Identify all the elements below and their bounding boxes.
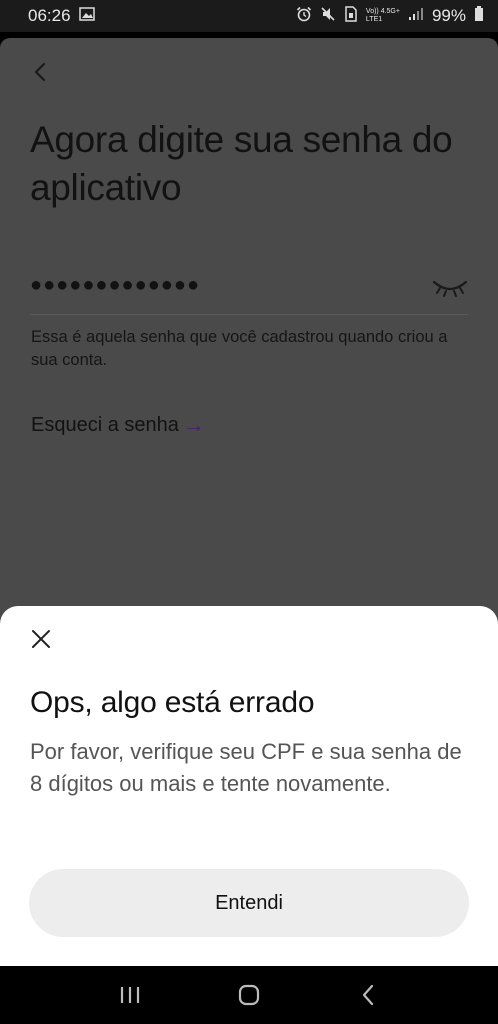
password-screen: Agora digite sua senha do aplicativo ●●●… (0, 38, 498, 628)
forgot-password-link[interactable]: Esqueci a senha → (31, 412, 205, 438)
error-bottom-sheet: Ops, algo está errado Por favor, verifiq… (0, 606, 498, 966)
network-label-bottom: LTE1 (365, 16, 383, 23)
page-title: Agora digite sua senha do aplicativo (30, 119, 453, 208)
status-time: 06:26 (28, 6, 71, 25)
close-icon (32, 630, 50, 648)
forgot-password-label: Esqueci a senha (31, 413, 179, 436)
password-hint: Essa é aquela senha que você cadastrou q… (31, 328, 448, 369)
error-title: Ops, algo está errado (30, 686, 315, 719)
mute-icon (320, 6, 336, 27)
sim-icon (344, 5, 358, 27)
arrow-right-icon: → (182, 412, 205, 437)
password-value: ●●●●●●●●●●●●● (30, 274, 201, 296)
gallery-icon (78, 6, 95, 27)
status-bar: 06:26 Vo)) 4.5G+ LTE1 99% (0, 0, 498, 32)
understood-button[interactable]: Entendi (29, 869, 469, 937)
battery-icon (474, 5, 484, 27)
eye-closed-icon[interactable] (432, 274, 468, 300)
back-arrow-icon (34, 62, 46, 82)
error-message: Por favor, verifique seu CPF e sua senha… (30, 739, 462, 796)
system-nav-bar (0, 966, 498, 1024)
alarm-icon (296, 6, 312, 27)
signal-icon (408, 6, 424, 26)
back-button[interactable] (24, 56, 56, 88)
recent-apps-icon[interactable] (115, 980, 145, 1010)
network-label-top: Vo)) 4.5G+ (365, 8, 400, 15)
nav-back-icon[interactable] (353, 980, 383, 1010)
battery-percent: 99% (431, 6, 466, 25)
home-icon[interactable] (234, 980, 264, 1010)
password-field[interactable]: ●●●●●●●●●●●●● (30, 270, 468, 315)
network-label: Vo)) 4.5G+ LTE1 (366, 8, 400, 24)
close-button[interactable] (28, 626, 54, 652)
